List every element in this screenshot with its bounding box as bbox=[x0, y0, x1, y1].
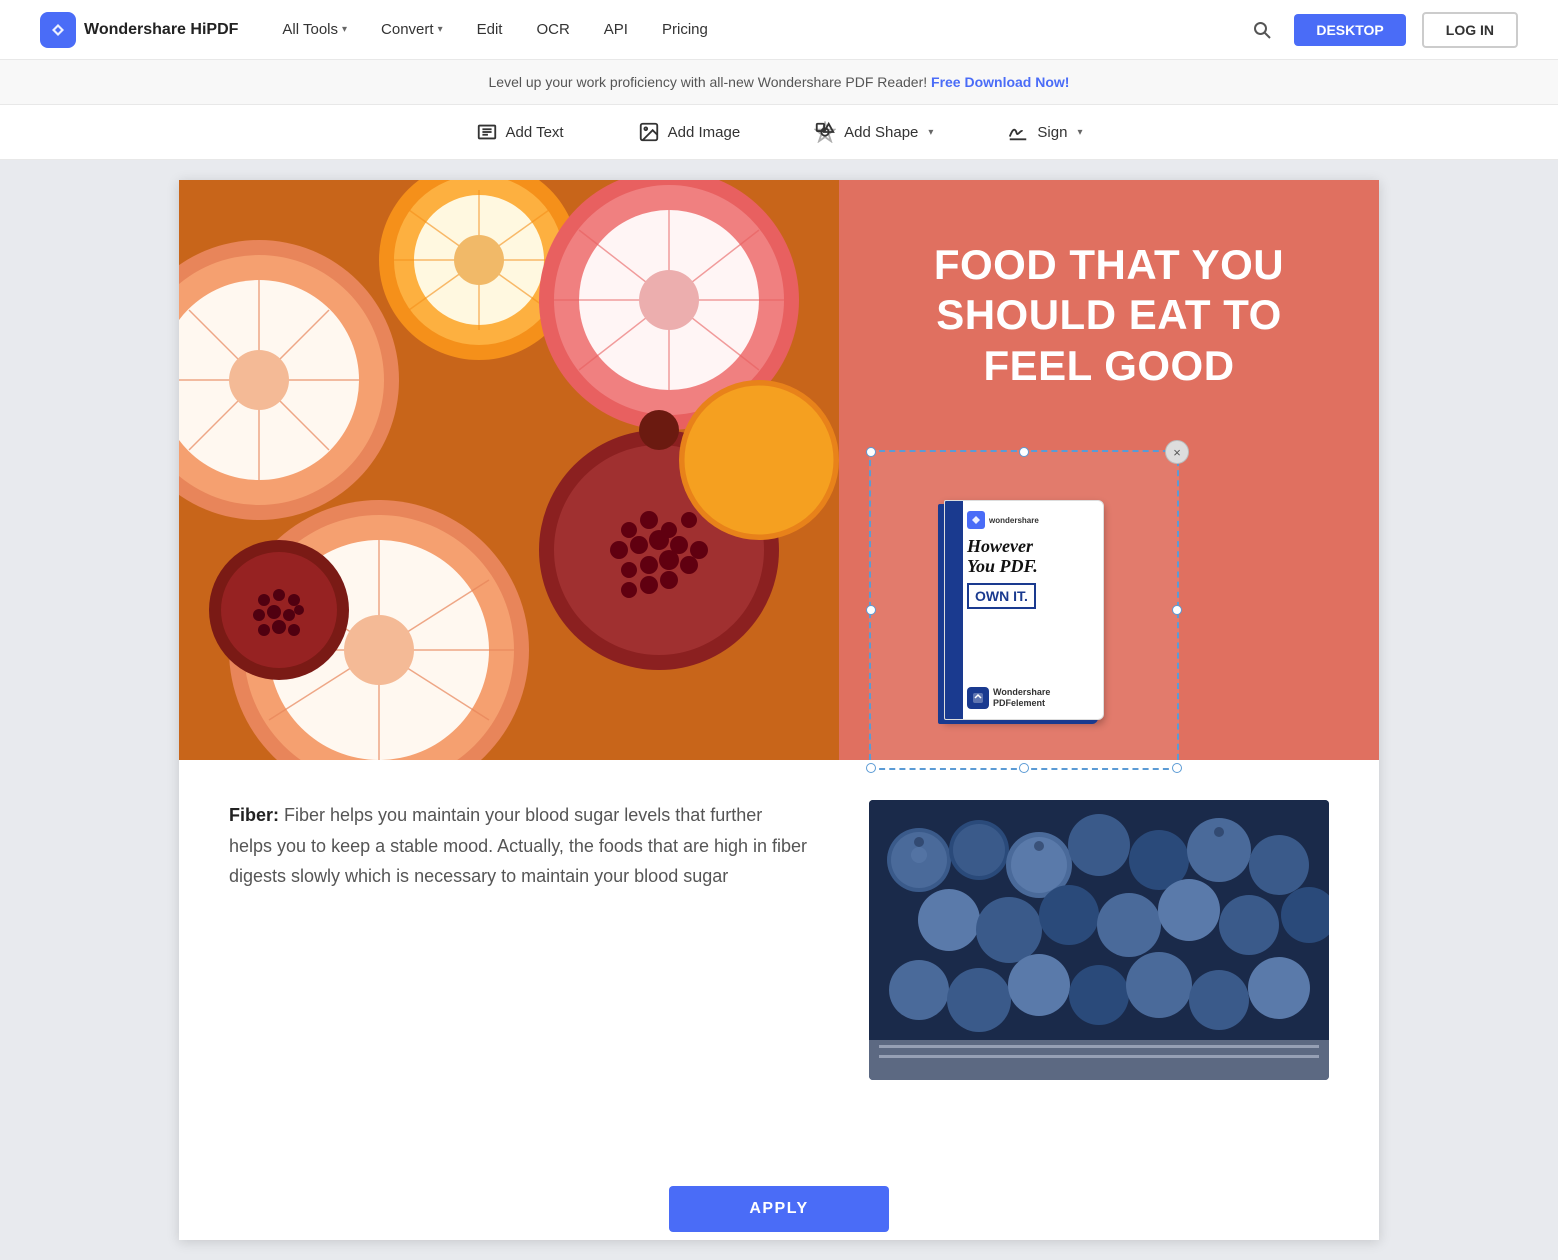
book-content: wondershare HoweverYou PDF. OWN IT. bbox=[967, 511, 1097, 629]
fruit-image bbox=[179, 180, 839, 760]
panel-title: FOOD THAT YOU SHOULD EAT TO FEEL GOOD bbox=[879, 240, 1339, 391]
chevron-down-icon: ▾ bbox=[928, 127, 933, 138]
pdf-page: FOOD THAT YOU SHOULD EAT TO FEEL GOOD × bbox=[179, 180, 1379, 1240]
resize-handle-tm[interactable] bbox=[1019, 447, 1029, 457]
resize-handle-mr[interactable] bbox=[1172, 605, 1182, 615]
body-text-label: Fiber: bbox=[229, 805, 279, 825]
add-image-button[interactable]: Add Image bbox=[626, 115, 753, 149]
nav-pricing[interactable]: Pricing bbox=[648, 15, 722, 44]
nav-edit[interactable]: Edit bbox=[463, 15, 517, 44]
nav-right: DESKTOP LOG IN bbox=[1246, 12, 1518, 48]
book-bottom: WondersharePDFelement bbox=[967, 687, 1097, 709]
shape-icon bbox=[814, 121, 836, 143]
resize-handle-bl[interactable] bbox=[866, 763, 876, 773]
add-text-button[interactable]: Add Text bbox=[464, 115, 576, 149]
book-logo-icon bbox=[967, 511, 985, 529]
chevron-down-icon: ▾ bbox=[438, 24, 443, 35]
close-shape-button[interactable]: × bbox=[1165, 440, 1189, 464]
shape-selection-container[interactable]: × bbox=[869, 450, 1179, 770]
desktop-button[interactable]: DESKTOP bbox=[1294, 14, 1405, 46]
chevron-down-icon: ▾ bbox=[1077, 127, 1082, 138]
image-icon bbox=[638, 121, 660, 143]
resize-handle-br[interactable] bbox=[1172, 763, 1182, 773]
page-bottom-section: Fiber: Fiber helps you maintain your blo… bbox=[179, 760, 1379, 1120]
nav-api[interactable]: API bbox=[590, 15, 642, 44]
resize-handle-bm[interactable] bbox=[1019, 763, 1029, 773]
nav-convert[interactable]: Convert ▾ bbox=[367, 15, 457, 44]
nav-links: All Tools ▾ Convert ▾ Edit OCR API Prici… bbox=[268, 15, 1246, 44]
nav-ocr[interactable]: OCR bbox=[522, 15, 583, 44]
apply-bar: APPLY bbox=[0, 1172, 1558, 1246]
page-top-section: FOOD THAT YOU SHOULD EAT TO FEEL GOOD × bbox=[179, 180, 1379, 760]
book-bottom-logo: WondersharePDFelement bbox=[967, 687, 1097, 709]
main-area: FOOD THAT YOU SHOULD EAT TO FEEL GOOD × bbox=[0, 160, 1558, 1260]
banner-link[interactable]: Free Download Now! bbox=[931, 74, 1069, 90]
edit-toolbar: Add Text Add Image Add Shape ▾ Sign ▾ bbox=[0, 105, 1558, 160]
blueberry-illustration bbox=[869, 800, 1329, 1080]
blueberry-image-block bbox=[869, 800, 1329, 1080]
sign-icon bbox=[1007, 121, 1029, 143]
banner-text: Level up your work proficiency with all-… bbox=[489, 74, 928, 90]
promo-banner: Level up your work proficiency with all-… bbox=[0, 60, 1558, 105]
resize-handle-tl[interactable] bbox=[866, 447, 876, 457]
blueberry-image bbox=[869, 800, 1329, 1080]
book-logo-label: wondershare bbox=[989, 516, 1039, 525]
pdfelement-icon bbox=[967, 687, 989, 709]
book-main-text: HoweverYou PDF. bbox=[967, 537, 1097, 577]
book-image: wondershare HoweverYou PDF. OWN IT. bbox=[944, 500, 1104, 720]
search-icon[interactable] bbox=[1246, 14, 1278, 46]
navbar: Wondershare HiPDF All Tools ▾ Convert ▾ … bbox=[0, 0, 1558, 60]
body-text-block: Fiber: Fiber helps you maintain your blo… bbox=[229, 800, 809, 1080]
login-button[interactable]: LOG IN bbox=[1422, 12, 1518, 48]
book-sub-text: OWN IT. bbox=[967, 583, 1036, 609]
logo-text: Wondershare HiPDF bbox=[84, 21, 238, 39]
book-spine bbox=[945, 501, 963, 719]
book-logo-row: wondershare bbox=[967, 511, 1097, 529]
book-container: wondershare HoweverYou PDF. OWN IT. bbox=[871, 452, 1177, 768]
sign-button[interactable]: Sign ▾ bbox=[995, 115, 1094, 149]
text-icon bbox=[476, 121, 498, 143]
chevron-down-icon: ▾ bbox=[342, 24, 347, 35]
nav-all-tools[interactable]: All Tools ▾ bbox=[268, 15, 361, 44]
logo[interactable]: Wondershare HiPDF bbox=[40, 12, 238, 48]
body-text-content: Fiber helps you maintain your blood suga… bbox=[229, 805, 807, 886]
resize-handle-ml[interactable] bbox=[866, 605, 876, 615]
logo-icon bbox=[40, 12, 76, 48]
book-brand-text: WondersharePDFelement bbox=[993, 687, 1050, 709]
right-panel: FOOD THAT YOU SHOULD EAT TO FEEL GOOD × bbox=[839, 180, 1379, 760]
apply-button[interactable]: APPLY bbox=[669, 1186, 888, 1232]
add-shape-button[interactable]: Add Shape ▾ bbox=[802, 115, 945, 149]
fruit-illustration bbox=[179, 180, 839, 760]
